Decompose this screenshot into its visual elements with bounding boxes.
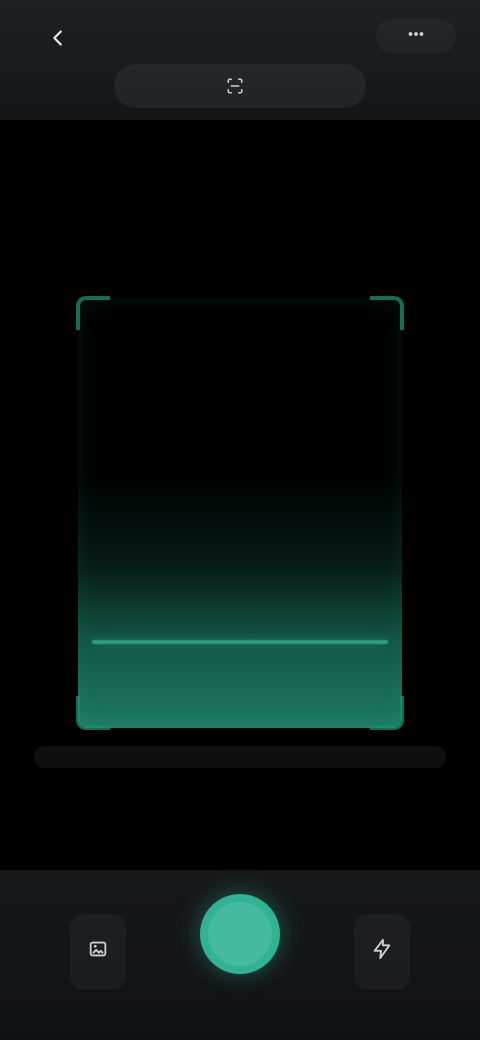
flash-icon <box>371 938 393 960</box>
gallery-button[interactable] <box>70 914 126 990</box>
scan-frame <box>76 296 404 730</box>
top-app-bar <box>0 0 480 120</box>
scan-frame-corner-bottom-right <box>370 696 404 730</box>
scan-line <box>92 640 388 644</box>
scan-frame-corner-top-right <box>370 296 404 330</box>
camera-viewfinder[interactable] <box>0 120 480 880</box>
screen-title <box>114 64 366 108</box>
shutter-button-label <box>240 934 241 935</box>
more-icon <box>405 23 427 50</box>
back-arrow-icon <box>47 27 69 54</box>
back-button[interactable] <box>36 18 80 62</box>
flash-button[interactable] <box>354 914 410 990</box>
more-button[interactable] <box>376 18 456 54</box>
scan-icon <box>226 77 244 95</box>
bottom-controls <box>0 870 480 1040</box>
scan-frame-corner-bottom-left <box>76 696 110 730</box>
shutter-button[interactable] <box>200 894 280 974</box>
hint-text <box>34 746 446 768</box>
image-icon <box>87 938 109 960</box>
scan-frame-corner-top-left <box>76 296 110 330</box>
